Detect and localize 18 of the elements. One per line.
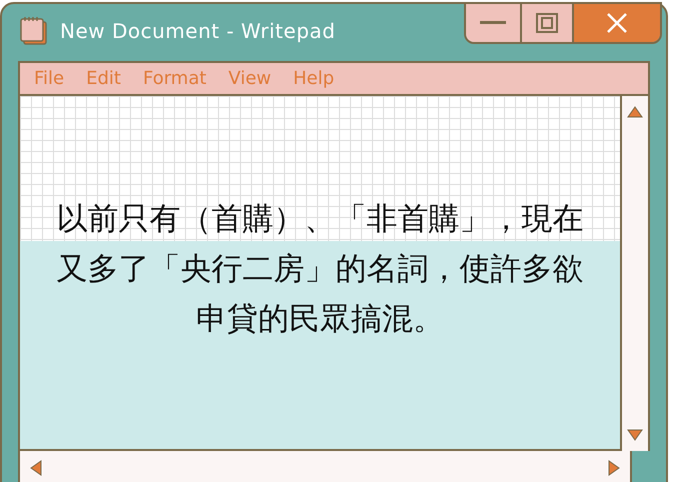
close-icon <box>606 12 628 34</box>
maximize-icon <box>536 13 558 33</box>
maximize-button[interactable] <box>522 4 574 42</box>
minimize-button[interactable] <box>466 4 522 42</box>
menu-item[interactable]: View <box>228 64 272 92</box>
scroll-right-icon[interactable] <box>608 460 620 476</box>
scroll-down-icon[interactable] <box>627 428 644 441</box>
scroll-left-icon[interactable] <box>30 460 42 476</box>
document-text: 以前只有（首購）、「非首購」，現在又多了「央行二房」的名詞，使許多欲申貸的民眾搞混。 <box>56 200 585 339</box>
minimize-icon <box>480 21 506 25</box>
menu-item[interactable]: Help <box>293 64 334 92</box>
window-title: New Document - Writepad <box>60 18 336 45</box>
menu-item[interactable]: File <box>34 64 64 92</box>
menu-item[interactable]: Edit <box>86 64 121 92</box>
notepad-icon <box>20 16 48 46</box>
close-button[interactable] <box>574 4 660 42</box>
menu-item[interactable]: Format <box>142 64 206 92</box>
scroll-up-icon[interactable] <box>627 106 644 118</box>
